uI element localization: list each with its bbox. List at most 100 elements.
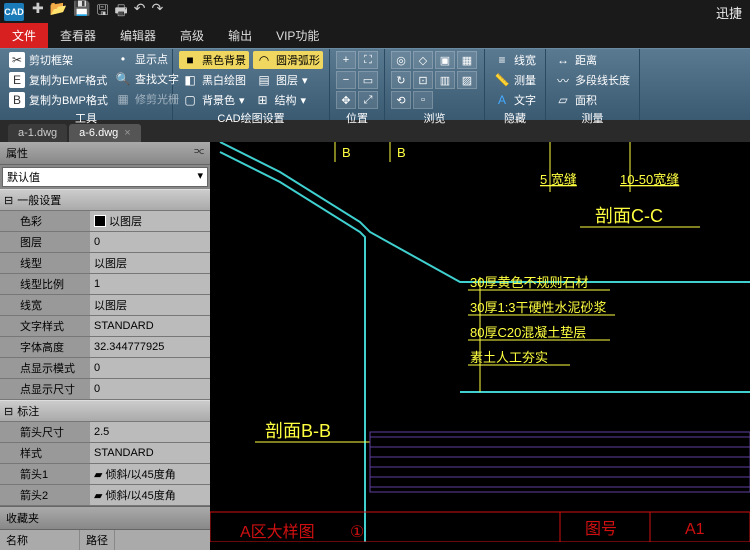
main-area: 属性⫗ 默认值▾ ⊟一般设置 色彩以图层 图层0 线型以图层 线型比例1 线宽以… bbox=[0, 142, 750, 542]
show-point-button[interactable]: •显示点 bbox=[112, 50, 182, 68]
prop-color[interactable]: 色彩以图层 bbox=[0, 211, 210, 232]
section-general[interactable]: ⊟一般设置 bbox=[0, 189, 210, 211]
prop-arrow1[interactable]: 箭头1▰倾斜/以45度角 bbox=[0, 464, 210, 485]
ruler-icon: 📏 bbox=[494, 72, 510, 88]
ribbon-group-position: +⛶ −▭ ✥⤢ 位置 bbox=[330, 49, 385, 120]
zoom-in-icon[interactable]: + bbox=[336, 51, 356, 69]
scissors-icon: ✂ bbox=[9, 52, 25, 68]
tab-a1[interactable]: a-1.dwg bbox=[8, 124, 67, 142]
distance-icon: ↔ bbox=[555, 52, 571, 68]
smooth-arc-button[interactable]: ◠圆滑弧形 bbox=[253, 51, 323, 69]
drawing-num: ① bbox=[350, 524, 364, 541]
arrow-icon: ▰ bbox=[94, 489, 102, 502]
drawing-canvas[interactable]: B B 5 宽缝 10-50宽缝 剖面C-C 30厚黄色不规则石材 30厚1:3… bbox=[210, 142, 750, 542]
area-button[interactable]: ▱面积 bbox=[552, 91, 633, 109]
saveas-icon[interactable]: 🖫 bbox=[97, 0, 109, 24]
backcolor-button[interactable]: ▢背景色▾ bbox=[179, 91, 248, 109]
menu-output[interactable]: 输出 bbox=[216, 23, 264, 48]
measure-button[interactable]: 📏测量 bbox=[491, 71, 539, 89]
chevron-down-icon: ▾ bbox=[301, 94, 307, 107]
favorites-columns: 名称 路径 bbox=[0, 530, 210, 550]
black-bg-icon: ■ bbox=[182, 52, 198, 68]
ribbon-group-browse: ◎◇▣▦ ↻⊡▥▨ ⟲▫ 浏览 bbox=[385, 49, 485, 120]
arrow-icon: ▰ bbox=[94, 468, 102, 481]
fit-icon[interactable]: ⛶ bbox=[358, 51, 378, 69]
find-text-button[interactable]: 🔍查找文字 bbox=[112, 70, 182, 88]
group-label-cadsettings: CAD绘图设置 bbox=[179, 109, 323, 126]
default-combo[interactable]: 默认值▾ bbox=[2, 167, 208, 187]
browse-icon-4[interactable]: ▦ bbox=[457, 51, 477, 69]
section-line-1 bbox=[220, 142, 750, 282]
polyline-len-button[interactable]: 〰多段线长度 bbox=[552, 71, 633, 89]
layer-4: 素土人工夯实 bbox=[470, 350, 548, 365]
browse-icon-1[interactable]: ◎ bbox=[391, 51, 411, 69]
new-icon[interactable]: ✚ bbox=[32, 0, 44, 24]
close-icon[interactable]: × bbox=[124, 127, 130, 139]
browse-icon-6[interactable]: ⊡ bbox=[413, 71, 433, 89]
prop-layer[interactable]: 图层0 bbox=[0, 232, 210, 253]
pin-icon[interactable]: ⫗ bbox=[194, 145, 204, 161]
menu-file[interactable]: 文件 bbox=[0, 23, 48, 48]
prop-linetype[interactable]: 线型以图层 bbox=[0, 253, 210, 274]
ribbon-group-hide: ≡线宽 📏测量 A文字 隐藏 bbox=[485, 49, 546, 120]
browse-icon-9[interactable]: ⟲ bbox=[391, 91, 411, 109]
text-button[interactable]: A文字 bbox=[491, 91, 539, 109]
browse-icon-2[interactable]: ◇ bbox=[413, 51, 433, 69]
prop-arrow2[interactable]: 箭头2▰倾斜/以45度角 bbox=[0, 485, 210, 506]
prop-arrowsize[interactable]: 箭头尺寸2.5 bbox=[0, 422, 210, 443]
prop-ltscale[interactable]: 线型比例1 bbox=[0, 274, 210, 295]
prop-linewidth[interactable]: 线宽以图层 bbox=[0, 295, 210, 316]
label-sec-bb: 剖面B-B bbox=[265, 421, 331, 441]
collapse-icon: ⊟ bbox=[4, 405, 13, 418]
prop-pdsize[interactable]: 点显示尺寸0 bbox=[0, 379, 210, 400]
browse-icon-10[interactable]: ▫ bbox=[413, 91, 433, 109]
bw-draw-button[interactable]: ◧黑白绘图 bbox=[179, 71, 249, 89]
col-path[interactable]: 路径 bbox=[80, 530, 115, 550]
distance-button[interactable]: ↔距离 bbox=[552, 51, 633, 69]
tab-a6[interactable]: a-6.dwg× bbox=[69, 124, 141, 142]
browse-icon-3[interactable]: ▣ bbox=[435, 51, 455, 69]
text-icon: A bbox=[494, 92, 510, 108]
menu-advanced[interactable]: 高级 bbox=[168, 23, 216, 48]
prop-textheight[interactable]: 字体高度32.344777925 bbox=[0, 337, 210, 358]
section-dimension[interactable]: ⊟标注 bbox=[0, 400, 210, 422]
window-icon[interactable]: ▭ bbox=[358, 71, 378, 89]
zoom-out-icon[interactable]: − bbox=[336, 71, 356, 89]
browse-icon-7[interactable]: ▥ bbox=[435, 71, 455, 89]
label-b1: B bbox=[342, 145, 351, 160]
polyline-icon: 〰 bbox=[555, 72, 571, 88]
title-bar: CAD ✚ 📂 💾 🖫 🖶 ↶ ↷ 迅捷 bbox=[0, 0, 750, 24]
chevron-down-icon: ▾ bbox=[239, 94, 245, 107]
ribbon-group-tools: ✂剪切框架 E复制为EMF格式 B复制为BMP格式 •显示点 🔍查找文字 ▦修剪… bbox=[0, 49, 173, 120]
property-grid: ⊟一般设置 色彩以图层 图层0 线型以图层 线型比例1 线宽以图层 文字样式ST… bbox=[0, 189, 210, 506]
hatch-area bbox=[370, 432, 750, 492]
undo-icon[interactable]: ↶ bbox=[134, 0, 146, 24]
save-icon[interactable]: 💾 bbox=[73, 0, 90, 24]
menu-vip[interactable]: VIP功能 bbox=[264, 23, 331, 48]
open-icon[interactable]: 📂 bbox=[50, 0, 67, 24]
chevron-down-icon: ▾ bbox=[197, 169, 203, 185]
layer-icon: ▤ bbox=[256, 72, 272, 88]
menu-viewer[interactable]: 查看器 bbox=[48, 23, 108, 48]
layer-1: 30厚黄色不规则石材 bbox=[470, 275, 588, 290]
trim-hatch-button[interactable]: ▦修剪光栅 bbox=[112, 90, 182, 108]
structure-icon: ⊞ bbox=[255, 92, 271, 108]
a1-label: A1 bbox=[685, 521, 705, 538]
col-name[interactable]: 名称 bbox=[0, 530, 80, 550]
black-bg-button[interactable]: ■黑色背景 bbox=[179, 51, 249, 69]
browse-icon-5[interactable]: ↻ bbox=[391, 71, 411, 89]
emf-icon: E bbox=[9, 72, 25, 88]
print-icon[interactable]: 🖶 bbox=[115, 0, 128, 24]
menu-editor[interactable]: 编辑器 bbox=[108, 23, 168, 48]
structure-button[interactable]: ⊞结构▾ bbox=[252, 91, 310, 109]
redo-icon[interactable]: ↷ bbox=[152, 0, 164, 24]
linewidth-button[interactable]: ≡线宽 bbox=[491, 51, 539, 69]
pan-icon[interactable]: ✥ bbox=[336, 91, 356, 109]
prop-pdmode[interactable]: 点显示模式0 bbox=[0, 358, 210, 379]
extent-icon[interactable]: ⤢ bbox=[358, 91, 378, 109]
browse-icon-8[interactable]: ▨ bbox=[457, 71, 477, 89]
layer-button[interactable]: ▤图层▾ bbox=[253, 71, 311, 89]
drawing-title: A区大样图 bbox=[240, 523, 315, 541]
prop-style[interactable]: 样式STANDARD bbox=[0, 443, 210, 464]
prop-textstyle[interactable]: 文字样式STANDARD bbox=[0, 316, 210, 337]
